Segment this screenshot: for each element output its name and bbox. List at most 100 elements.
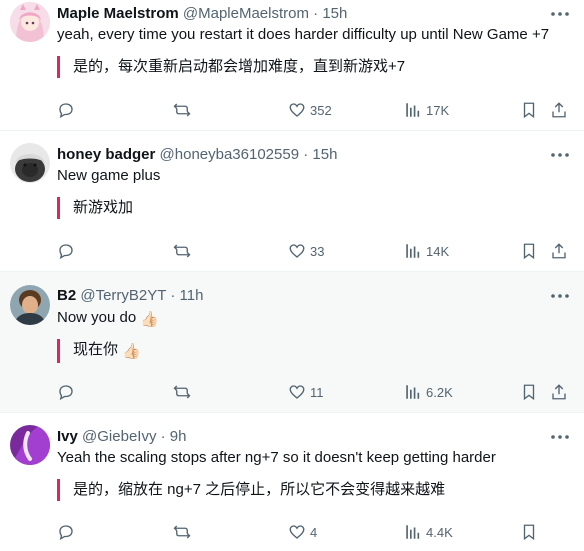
display-name[interactable]: B2 [57, 287, 76, 304]
user-handle[interactable]: @TerryB2YT [80, 287, 166, 304]
user-handle[interactable]: @honeyba36102559 [160, 146, 300, 163]
reply-button[interactable] [57, 522, 75, 542]
reply-icon [59, 385, 73, 401]
views-button[interactable]: 4.4K [404, 522, 453, 542]
bookmark-icon [523, 384, 535, 401]
analytics-icon [406, 244, 420, 258]
heart-icon [289, 525, 305, 539]
action-bar: 11 6.2K [57, 382, 572, 402]
purple-abstract-avatar-image [10, 425, 50, 465]
repost-icon [173, 385, 191, 399]
tweet-text: yeah, every time you restart it does har… [57, 26, 550, 43]
more-options-icon[interactable] [550, 286, 570, 306]
view-count: 6.2K [426, 384, 453, 400]
display-name[interactable]: honey badger [57, 146, 155, 163]
timestamp[interactable]: 15h [322, 5, 347, 22]
bookmark-button[interactable] [520, 382, 538, 402]
display-name[interactable]: Maple Maelstrom [57, 5, 179, 22]
user-handle[interactable]: @GiebeIvy [82, 428, 156, 445]
share-icon [552, 384, 566, 400]
repost-icon [173, 244, 191, 258]
timestamp[interactable]: 11h [180, 287, 204, 304]
bookmark-button[interactable] [520, 241, 538, 261]
views-button[interactable]: 6.2K [404, 382, 453, 402]
bookmark-icon [523, 524, 535, 541]
like-count: 4 [310, 524, 318, 540]
tweet-header: Maple Maelstrom @MapleMaelstrom · 15h [57, 4, 544, 24]
bookmark-icon [523, 102, 535, 119]
tweet[interactable]: Maple Maelstrom @MapleMaelstrom · 15h ye… [0, 0, 584, 131]
more-options-icon[interactable] [550, 145, 570, 165]
avatar[interactable] [10, 2, 50, 42]
share-button[interactable] [550, 241, 568, 261]
display-name[interactable]: Ivy [57, 428, 78, 445]
like-button[interactable]: 33 [288, 241, 324, 261]
avatar[interactable] [10, 425, 50, 465]
reply-button[interactable] [57, 382, 75, 402]
share-button[interactable] [550, 382, 568, 402]
analytics-icon [406, 385, 420, 399]
repost-button[interactable] [172, 382, 192, 402]
like-count: 33 [310, 243, 325, 259]
translation-text: 现在你 👍🏻 [57, 339, 572, 363]
thumbs-up-icon: 👍🏻 [140, 311, 160, 328]
action-bar: 33 14K [57, 241, 572, 261]
avatar[interactable] [10, 285, 50, 325]
anime-girl-avatar-image [10, 2, 50, 42]
translation-text: 是的，每次重新启动都会增加难度，直到新游戏+7 [57, 56, 572, 78]
views-button[interactable]: 17K [404, 100, 449, 120]
heart-icon [289, 103, 305, 117]
tweet-header: honey badger @honeyba36102559 · 15h [57, 145, 544, 165]
translation-text: 是的，缩放在 ng+7 之后停止，所以它不会变得越来越难 [57, 479, 572, 501]
like-button[interactable]: 4 [288, 522, 317, 542]
tweet-header: B2 @TerryB2YT · 11h [57, 286, 544, 306]
tweet[interactable]: Ivy @GiebeIvy · 9h Yeah the scaling stop… [0, 413, 584, 551]
avatar[interactable] [10, 143, 50, 183]
share-button[interactable] [550, 100, 568, 120]
action-bar: 352 17K [57, 100, 572, 120]
analytics-icon [406, 103, 420, 117]
separator-dot: · [170, 287, 176, 304]
like-count: 352 [310, 102, 332, 118]
translation-content: 现在你 [73, 341, 119, 358]
reply-icon [59, 525, 73, 541]
timestamp[interactable]: 9h [170, 428, 187, 445]
more-options-icon[interactable] [550, 4, 570, 24]
like-button[interactable]: 11 [288, 382, 324, 402]
repost-icon [173, 103, 191, 117]
bookmark-button[interactable] [520, 522, 538, 542]
heart-icon [289, 244, 305, 258]
share-icon [552, 243, 566, 259]
tweet-header: Ivy @GiebeIvy · 9h [57, 427, 544, 447]
timestamp[interactable]: 15h [312, 146, 337, 163]
tweet[interactable]: B2 @TerryB2YT · 11h Now you do 👍🏻 现在你 👍🏻… [0, 272, 584, 413]
views-button[interactable]: 14K [404, 241, 449, 261]
person-avatar-image [10, 285, 50, 325]
reply-button[interactable] [57, 100, 75, 120]
tweet[interactable]: honey badger @honeyba36102559 · 15h New … [0, 131, 584, 272]
repost-button[interactable] [172, 241, 192, 261]
view-count: 4.4K [426, 524, 453, 540]
like-count: 11 [310, 384, 324, 400]
user-handle[interactable]: @MapleMaelstrom [183, 5, 309, 22]
reply-icon [59, 244, 73, 260]
action-bar: 4 4.4K [57, 522, 572, 542]
like-button[interactable]: 352 [288, 100, 332, 120]
separator-dot: · [303, 146, 309, 163]
repost-button[interactable] [172, 522, 192, 542]
share-icon [552, 102, 566, 118]
thumbs-up-icon: 👍🏻 [122, 343, 141, 360]
bookmark-icon [523, 243, 535, 260]
tweet-text: Now you do 👍🏻 [57, 308, 572, 330]
reply-button[interactable] [57, 241, 75, 261]
analytics-icon [406, 525, 420, 539]
separator-dot: · [160, 428, 166, 445]
bookmark-button[interactable] [520, 100, 538, 120]
repost-button[interactable] [172, 100, 192, 120]
repost-icon [173, 525, 191, 539]
tweet-text: New game plus [57, 167, 161, 184]
view-count: 17K [426, 102, 450, 118]
more-options-icon[interactable] [550, 427, 570, 447]
translation-text: 新游戏加 [57, 197, 572, 219]
reply-icon [59, 103, 73, 119]
